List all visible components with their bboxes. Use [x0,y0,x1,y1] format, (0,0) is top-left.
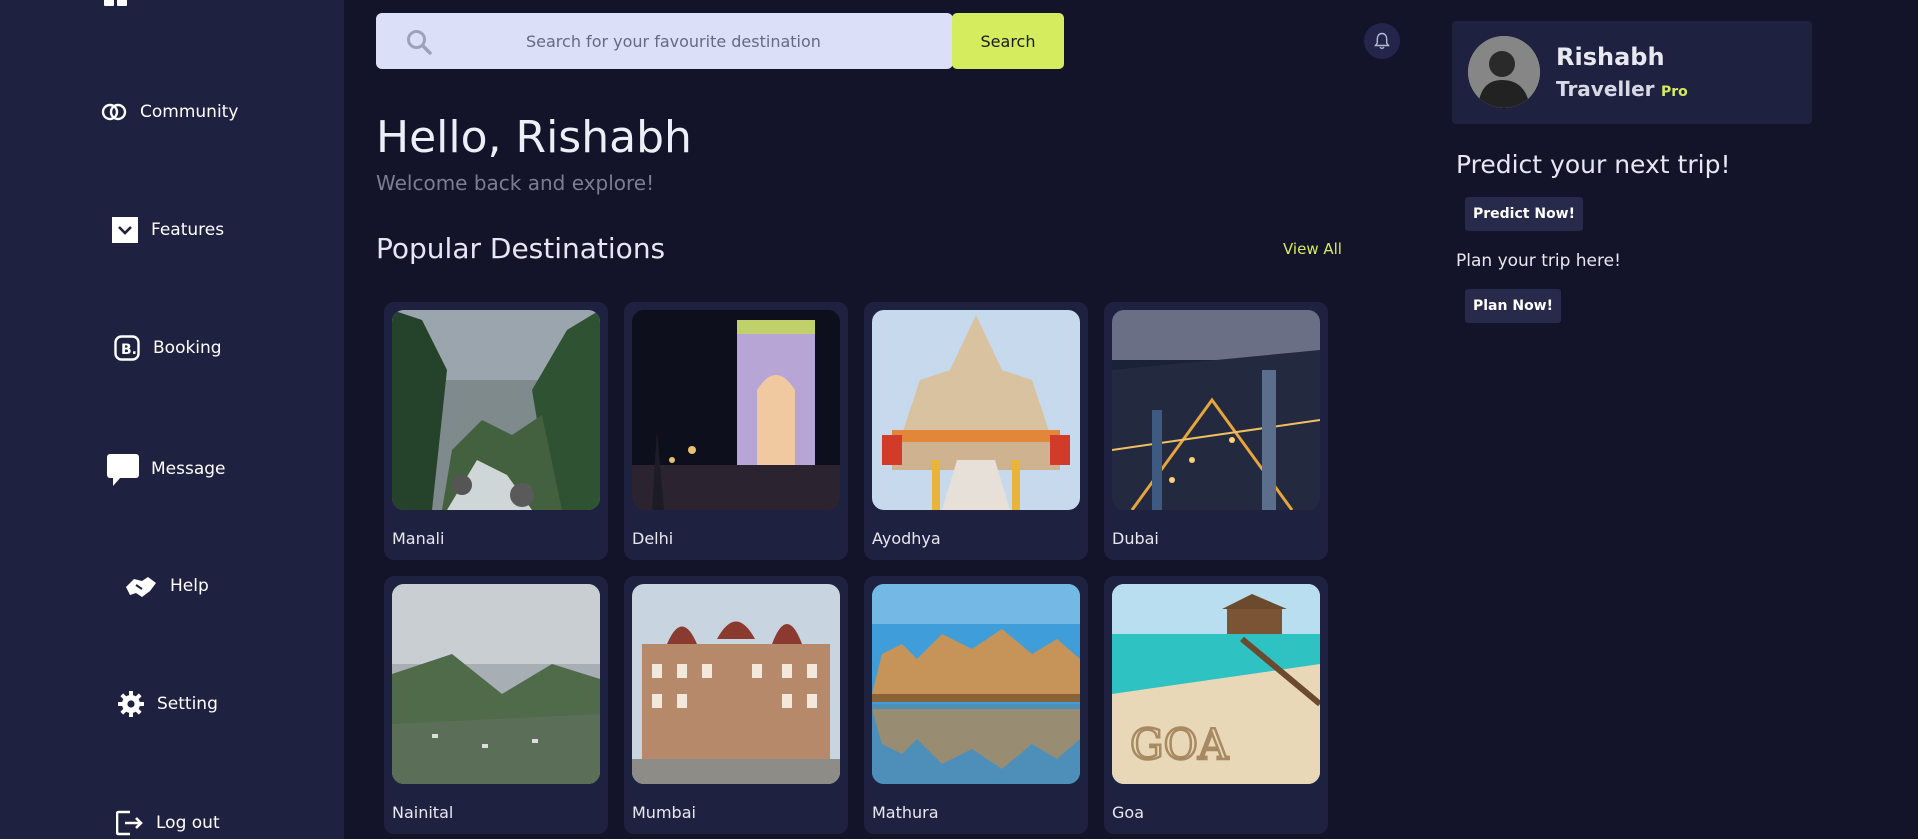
destination-card[interactable]: Delhi [624,302,848,560]
destination-card[interactable]: Ayodhya [864,302,1088,560]
destination-image [872,310,1080,510]
search-icon[interactable] [406,29,432,55]
destination-name: Ayodhya [872,529,941,548]
profile-card: Rishabh Traveller Pro [1452,21,1812,124]
grid-icon[interactable] [104,0,128,10]
sidebar-item-features[interactable]: Features [111,216,224,244]
booking-icon: B. [113,334,141,362]
sidebar-item-label: Help [170,576,209,596]
destination-image: GOA [1112,584,1320,784]
page-title: Hello, Rishabh [376,112,692,163]
destination-name: Nainital [392,803,454,822]
sidebar-item-label: Features [151,220,225,240]
sidebar-item-label: Setting [157,694,218,714]
chevron-down-icon [111,216,139,244]
sidebar-item-message[interactable]: Message [107,452,226,486]
destination-image [392,584,600,784]
sidebar: Community Features B. Booking Message He… [0,0,344,839]
sidebar-item-label: Log out [156,813,220,833]
message-icon [107,452,139,486]
destination-name: Delhi [632,529,674,548]
destination-card[interactable]: Dubai [1104,302,1328,560]
search-button[interactable]: Search [952,13,1064,69]
destination-card[interactable]: Nainital [384,576,608,834]
sidebar-item-label: Community [140,102,239,122]
svg-text:B.: B. [121,342,137,358]
profile-name: Rishabh [1556,43,1665,71]
destination-name: Goa [1112,803,1144,822]
destination-image [872,584,1080,784]
bell-icon [1374,32,1390,50]
notification-button[interactable] [1364,23,1400,59]
profile-role: Traveller [1556,77,1655,101]
view-all-link[interactable]: View All [1283,240,1342,258]
destination-image [1112,310,1320,510]
logout-icon [116,809,144,837]
sidebar-item-booking[interactable]: B. Booking [113,334,222,362]
predict-now-button[interactable]: Predict Now! [1465,197,1583,231]
destination-image [632,310,840,510]
gear-icon [117,690,145,718]
avatar[interactable] [1468,36,1540,108]
sidebar-item-setting[interactable]: Setting [117,690,218,718]
destination-card[interactable]: Mathura [864,576,1088,834]
destination-name: Manali [392,529,445,548]
welcome-subtitle: Welcome back and explore! [376,171,655,195]
plan-now-button[interactable]: Plan Now! [1465,289,1562,323]
svg-text:GOA: GOA [1130,720,1229,769]
destination-image [632,584,840,784]
section-title: Popular Destinations [376,232,666,265]
destination-card[interactable]: GOA Goa [1104,576,1328,834]
destination-card[interactable]: Manali [384,302,608,560]
sidebar-item-label: Booking [153,338,222,358]
search-bar [376,13,953,69]
destination-name: Mumbai [632,803,696,822]
sidebar-item-logout[interactable]: Log out [116,809,220,837]
sidebar-item-community[interactable]: Community [100,98,238,126]
sidebar-item-label: Message [151,459,226,479]
destination-name: Mathura [872,803,939,822]
community-icon [100,98,128,126]
pro-badge: Pro [1661,84,1688,100]
help-handshake-icon [124,571,158,601]
search-input[interactable] [376,13,953,69]
destination-name: Dubai [1112,529,1159,548]
destination-card[interactable]: Mumbai [624,576,848,834]
plan-text: Plan your trip here! [1456,251,1621,271]
sidebar-item-help[interactable]: Help [124,571,209,601]
predict-title: Predict your next trip! [1456,150,1731,179]
destination-image [392,310,600,510]
